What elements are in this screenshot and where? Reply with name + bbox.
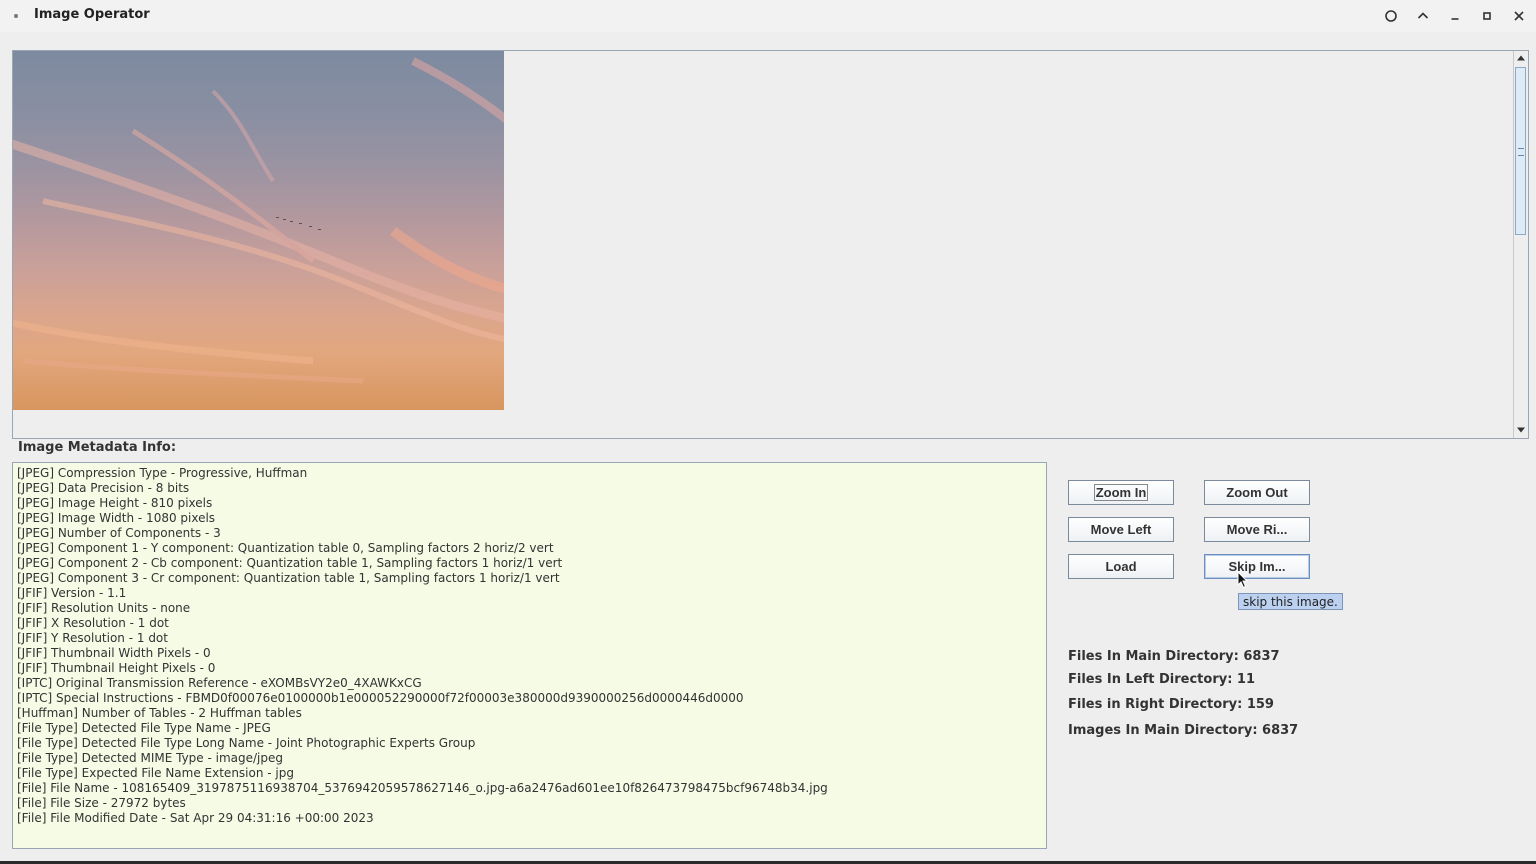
metadata-line: [JFIF] Resolution Units - none — [17, 601, 191, 615]
window-title: Image Operator — [34, 7, 150, 22]
zoom-out-button[interactable]: Zoom Out — [1204, 480, 1310, 505]
files-left-directory-stat: Files In Left Directory: 11 — [1068, 672, 1256, 687]
metadata-line: [JFIF] X Resolution - 1 dot — [17, 616, 169, 630]
files-right-directory-stat: Files in Right Directory: 159 — [1068, 697, 1274, 712]
files-main-directory-stat: Files In Main Directory: 6837 — [1068, 649, 1280, 664]
metadata-line: [IPTC] Original Transmission Reference -… — [17, 676, 422, 690]
metadata-line: [JPEG] Component 2 - Cb component: Quant… — [17, 556, 563, 570]
metadata-line: [File] File Modified Date - Sat Apr 29 0… — [17, 811, 374, 825]
metadata-line: [File] File Size - 27972 bytes — [17, 796, 186, 810]
metadata-line: [JPEG] Number of Components - 3 — [17, 526, 221, 540]
metadata-line: [File Type] Expected File Name Extension… — [17, 766, 294, 780]
move-right-button[interactable]: Move Ri... — [1204, 517, 1310, 542]
app-menu-icon[interactable] — [14, 14, 18, 18]
zoom-in-label: Zoom In — [1093, 484, 1149, 501]
metadata-line: [JPEG] Component 3 - Cr component: Quant… — [17, 571, 560, 585]
maximize-icon[interactable] — [1477, 6, 1497, 26]
title-bar: Image Operator — [0, 0, 1536, 32]
scroll-down-arrow-icon[interactable] — [1514, 423, 1528, 437]
zoom-in-button[interactable]: Zoom In — [1068, 480, 1174, 505]
metadata-line: [JFIF] Thumbnail Height Pixels - 0 — [17, 661, 216, 675]
metadata-line: [JFIF] Thumbnail Width Pixels - 0 — [17, 646, 211, 660]
metadata-line: [JPEG] Image Height - 810 pixels — [17, 496, 213, 510]
circle-icon[interactable] — [1381, 6, 1401, 26]
metadata-line: [File] File Name - 108165409_31978751169… — [17, 781, 828, 795]
metadata-line: [JPEG] Compression Type - Progressive, H… — [17, 466, 308, 480]
scrollbar-thumb[interactable] — [1515, 67, 1526, 235]
images-main-directory-stat: Images In Main Directory: 6837 — [1068, 723, 1299, 738]
scrollbar-grip-icon — [1518, 148, 1524, 156]
load-button[interactable]: Load — [1068, 554, 1174, 579]
metadata-line: [File Type] Detected File Type Name - JP… — [17, 721, 271, 735]
close-icon[interactable] — [1509, 6, 1529, 26]
app-window: Image Operator Image Metadata Info: [JPE… — [0, 0, 1536, 864]
metadata-label: Image Metadata Info: — [18, 440, 177, 455]
skip-image-button[interactable]: Skip Im... — [1204, 554, 1310, 579]
metadata-line: [JPEG] Image Width - 1080 pixels — [17, 511, 216, 525]
metadata-line: [File Type] Detected MIME Type - image/j… — [17, 751, 283, 765]
minimize-icon[interactable] — [1445, 6, 1465, 26]
move-left-button[interactable]: Move Left — [1068, 517, 1174, 542]
metadata-line: [JFIF] Version - 1.1 — [17, 586, 127, 600]
sunset-photo — [13, 51, 504, 410]
metadata-line: [JFIF] Y Resolution - 1 dot — [17, 631, 168, 645]
metadata-text-area[interactable]: [JPEG] Compression Type - Progressive, H… — [12, 462, 1047, 849]
metadata-line: [IPTC] Special Instructions - FBMD0f0007… — [17, 691, 744, 705]
scroll-up-arrow-icon[interactable] — [1514, 51, 1528, 65]
mouse-cursor-icon — [1237, 571, 1249, 589]
vertical-scrollbar[interactable] — [1513, 51, 1528, 438]
chevron-up-icon[interactable] — [1413, 6, 1433, 26]
image-viewport[interactable] — [12, 50, 1529, 439]
metadata-line: [JPEG] Data Precision - 8 bits — [17, 481, 190, 495]
metadata-line: [File Type] Detected File Type Long Name… — [17, 736, 476, 750]
metadata-line: [Huffman] Number of Tables - 2 Huffman t… — [17, 706, 302, 720]
metadata-line: [JPEG] Component 1 - Y component: Quanti… — [17, 541, 554, 555]
skip-image-tooltip: skip this image. — [1238, 593, 1343, 610]
